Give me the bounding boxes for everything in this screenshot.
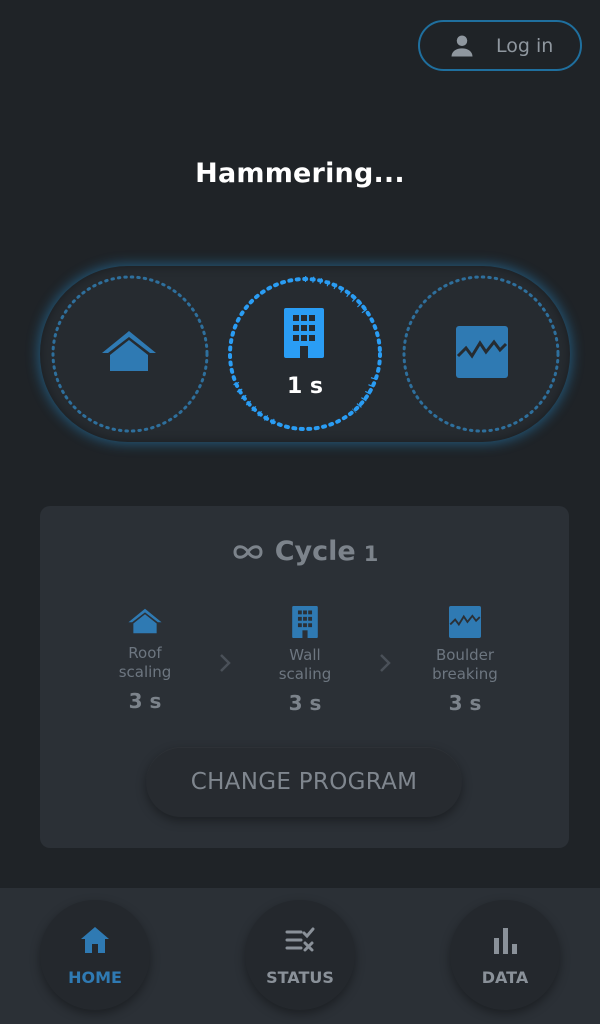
step-roof-scaling: Roof scaling 3 s: [75, 606, 215, 711]
chevron-right-icon: [220, 654, 231, 672]
stage-boulder: [401, 274, 561, 434]
change-program-button[interactable]: CHANGE PROGRAM: [146, 747, 462, 817]
user-icon: [451, 35, 473, 56]
building-icon: [284, 308, 324, 358]
building-icon: [292, 606, 318, 638]
login-label: Log in: [496, 34, 554, 57]
step-name-line1: Boulder: [435, 646, 495, 664]
step-name-line2: breaking: [432, 665, 498, 683]
bottom-nav: HOME STATUS DATA: [0, 888, 600, 1024]
home-icon: [81, 927, 109, 953]
nav-item-status[interactable]: STATUS: [245, 900, 355, 1010]
chevron-right-icon: [380, 654, 391, 672]
step-duration: 3 s: [288, 691, 322, 715]
nav-item-data[interactable]: DATA: [450, 900, 560, 1010]
infinity-icon: [233, 544, 263, 559]
stage-roof: [50, 274, 210, 434]
status-list-icon: [285, 927, 315, 952]
status-title: Hammering...: [195, 158, 405, 189]
nav-label: STATUS: [266, 968, 334, 987]
roof-icon: [102, 331, 156, 371]
cycle-number: 1: [363, 541, 379, 566]
step-wall-scaling: Wall scaling 3 s: [235, 606, 375, 713]
countdown-timer: 1 s: [286, 374, 324, 399]
nav-label: HOME: [68, 968, 122, 987]
program-card: Cycle 1 Roof scaling 3 s Wall scaling 3 …: [40, 506, 569, 848]
login-button[interactable]: Log in: [418, 20, 582, 71]
step-name-line1: Roof: [128, 644, 162, 662]
step-name-line2: scaling: [118, 663, 172, 681]
cycle-label: Cycle: [274, 536, 356, 567]
progress-track: 1 s: [40, 266, 570, 442]
cycle-title: Cycle 1: [40, 536, 569, 567]
step-boulder-breaking: Boulder breaking 3 s: [395, 606, 535, 713]
boulder-icon: [449, 606, 481, 638]
boulder-icon: [456, 326, 508, 378]
step-name-line2: scaling: [278, 665, 332, 683]
step-name-line1: Wall: [289, 646, 321, 664]
step-duration: 3 s: [128, 689, 162, 713]
bar-chart-icon: [494, 928, 517, 954]
nav-label: DATA: [481, 968, 529, 987]
roof-icon: [128, 608, 162, 634]
step-duration: 3 s: [448, 691, 482, 715]
stage-wall-active: 1 s: [224, 273, 386, 435]
nav-item-home[interactable]: HOME: [40, 900, 150, 1010]
